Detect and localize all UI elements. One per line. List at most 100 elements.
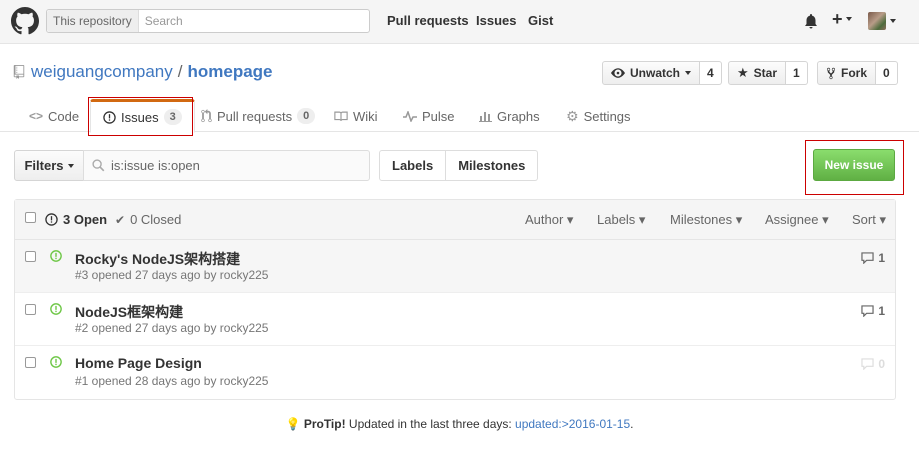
tab-issues-label: Issues	[121, 109, 159, 125]
author-filter-dropdown[interactable]: Author ▾	[525, 212, 573, 228]
closed-issues-filter[interactable]: ✔ 0 Closed	[115, 212, 181, 227]
issue-meta: #3 opened 27 days ago by rocky225	[75, 268, 269, 282]
star-button[interactable]: ★ Star	[728, 61, 786, 85]
issue-opened-icon	[45, 213, 58, 226]
sort-dropdown[interactable]: Sort ▾	[852, 212, 886, 228]
filter-search-input[interactable]	[105, 151, 369, 180]
issue-title-link[interactable]: Home Page Design	[75, 355, 202, 371]
open-issues-filter[interactable]: 3 Open	[45, 212, 107, 227]
lightbulb-icon: 💡	[285, 417, 301, 431]
milestones-filter-label: Milestones	[670, 212, 733, 227]
tab-settings-label: Settings	[583, 108, 631, 124]
tab-issues[interactable]: Issues 3	[90, 99, 195, 133]
watch-group: Unwatch 4	[602, 61, 722, 85]
search-icon	[92, 159, 105, 172]
comment-icon	[861, 305, 874, 317]
github-logo-icon[interactable]	[11, 7, 39, 35]
issue-title-link[interactable]: Rocky's NodeJS架构搭建	[75, 249, 240, 269]
check-icon: ✔	[115, 212, 126, 227]
issue-row[interactable]: Rocky's NodeJS架构搭建 #3 opened 27 days ago…	[15, 240, 895, 293]
issue-row[interactable]: NodeJS框架构建 #2 opened 27 days ago by rock…	[15, 293, 895, 346]
search-scope-label: This repository	[47, 10, 139, 32]
plus-icon[interactable]: +	[832, 9, 843, 30]
eye-icon	[611, 68, 625, 78]
chevron-down-icon	[890, 19, 896, 23]
search-input[interactable]	[138, 10, 369, 32]
tab-settings[interactable]: ⚙ Settings	[566, 100, 631, 132]
open-count-label: 3 Open	[63, 212, 108, 227]
fork-group: Fork 0	[817, 61, 898, 85]
issue-comments-link[interactable]: 1	[861, 251, 885, 265]
unwatch-button[interactable]: Unwatch	[602, 61, 701, 85]
issue-opened-icon	[103, 110, 116, 124]
protip: 💡 ProTip! Updated in the last three days…	[0, 417, 919, 431]
repo-owner-link[interactable]: weiguangcompany	[31, 62, 173, 82]
issue-comments-link: 0	[861, 357, 885, 371]
gear-icon: ⚙	[566, 107, 579, 124]
repo-name-link[interactable]: homepage	[188, 62, 273, 82]
star-count[interactable]: 1	[786, 61, 808, 85]
author-filter-label: Author	[525, 212, 564, 227]
filters-button[interactable]: Filters	[14, 150, 84, 181]
watch-count[interactable]: 4	[700, 61, 722, 85]
fork-count[interactable]: 0	[876, 61, 898, 85]
search-box: This repository	[46, 9, 370, 33]
tab-code[interactable]: <> Code	[29, 100, 79, 132]
tab-graphs-label: Graphs	[497, 108, 540, 124]
fork-button[interactable]: Fork	[817, 61, 877, 85]
tab-pull-requests[interactable]: Pull requests 0	[201, 100, 316, 132]
labels-filter-label: Labels	[597, 212, 636, 227]
tab-issues-counter: 3	[163, 109, 182, 125]
issue-comments-link[interactable]: 1	[861, 304, 885, 318]
nav-pull-requests[interactable]: Pull requests	[387, 13, 469, 28]
issue-row[interactable]: Home Page Design #1 opened 28 days ago b…	[15, 346, 895, 399]
chevron-down-icon	[67, 163, 74, 168]
issues-list: 3 Open ✔ 0 Closed Author ▾ Labels ▾ Mile…	[14, 199, 896, 400]
fork-icon	[826, 67, 836, 79]
comment-icon	[861, 252, 874, 264]
protip-link[interactable]: updated:>2016-01-15	[515, 417, 630, 431]
select-all-checkbox[interactable]	[25, 212, 36, 223]
tab-wiki[interactable]: Wiki	[334, 100, 378, 132]
tab-graphs[interactable]: Graphs	[479, 100, 540, 132]
filters-label: Filters	[24, 158, 64, 173]
assignee-filter-dropdown[interactable]: Assignee ▾	[765, 212, 829, 228]
bell-icon[interactable]	[804, 14, 818, 29]
issue-meta: #2 opened 27 days ago by rocky225	[75, 321, 269, 335]
chevron-down-icon	[846, 17, 852, 21]
protip-label: ProTip!	[303, 417, 346, 431]
star-icon: ★	[737, 65, 749, 80]
tab-wiki-label: Wiki	[353, 108, 378, 124]
issue-title-link[interactable]: NodeJS框架构建	[75, 302, 183, 322]
labels-filter-dropdown[interactable]: Labels ▾	[597, 212, 645, 228]
repo-title: weiguangcompany / homepage	[13, 62, 273, 82]
sort-label: Sort	[852, 212, 876, 227]
fork-label: Fork	[841, 66, 868, 80]
tab-pulse[interactable]: Pulse	[403, 100, 455, 132]
issue-opened-icon	[50, 356, 62, 368]
star-label: Star	[753, 66, 777, 80]
pull-request-icon	[201, 109, 212, 123]
issue-comment-count: 0	[878, 357, 885, 371]
comment-icon	[861, 358, 874, 370]
issue-checkbox[interactable]	[25, 357, 36, 368]
unwatch-label: Unwatch	[630, 66, 681, 80]
site-header: This repository Pull requests Issues Gis…	[0, 0, 919, 44]
issue-opened-icon	[50, 250, 62, 262]
milestones-filter-dropdown[interactable]: Milestones ▾	[670, 212, 742, 228]
labels-button[interactable]: Labels	[379, 150, 447, 181]
issue-comment-count: 1	[878, 251, 885, 265]
new-issue-button[interactable]: New issue	[813, 149, 895, 181]
issue-checkbox[interactable]	[25, 304, 36, 315]
assignee-filter-label: Assignee	[765, 212, 819, 227]
milestones-button[interactable]: Milestones	[446, 150, 539, 181]
closed-count-label: 0 Closed	[130, 212, 182, 227]
issue-checkbox[interactable]	[25, 251, 36, 262]
book-icon	[334, 111, 348, 121]
issue-comment-count: 1	[878, 304, 885, 318]
avatar[interactable]	[868, 12, 886, 30]
star-group: ★ Star 1	[728, 61, 808, 85]
nav-gist[interactable]: Gist	[528, 13, 553, 28]
nav-issues[interactable]: Issues	[476, 13, 516, 28]
protip-text: Updated in the last three days:	[345, 417, 516, 431]
